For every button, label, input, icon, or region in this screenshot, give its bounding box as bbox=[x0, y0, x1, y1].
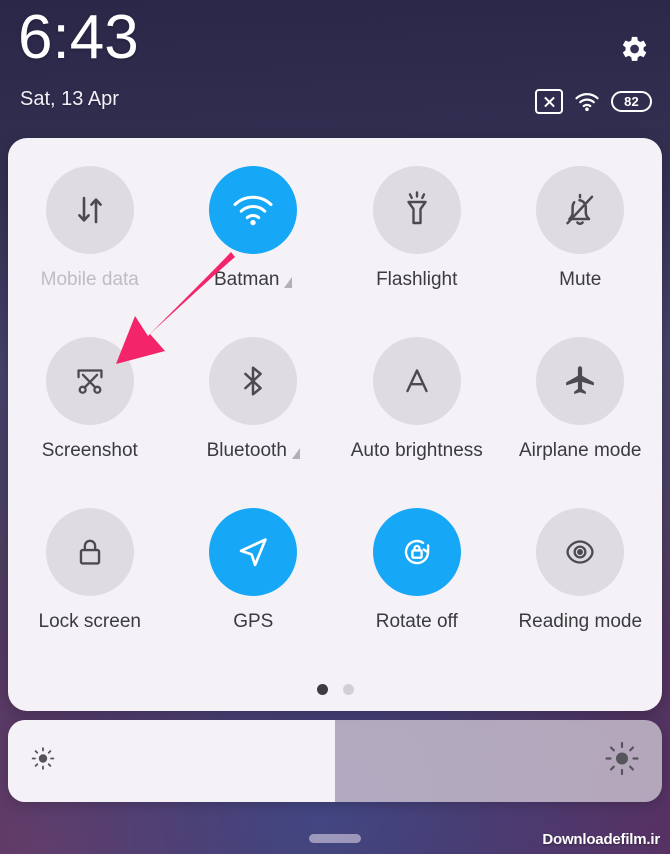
tile-auto-brightness[interactable]: Auto brightness bbox=[335, 337, 499, 508]
tile-label-text: Flashlight bbox=[376, 269, 458, 290]
chevron-expand-icon[interactable] bbox=[284, 276, 293, 288]
tile-mute[interactable]: Mute bbox=[499, 166, 663, 337]
tile-label-text: Bluetooth bbox=[206, 440, 287, 461]
tile-label: Bluetooth bbox=[207, 440, 300, 462]
tile-label-text: Lock screen bbox=[38, 611, 141, 632]
tile-label-text: Mobile data bbox=[40, 269, 139, 290]
phone-screen: 6:43 Sat, 13 Apr 82 Mobile data Batman F… bbox=[0, 0, 670, 854]
tile-label-text: GPS bbox=[233, 611, 274, 632]
tile-label-text: Airplane mode bbox=[518, 440, 642, 461]
brightness-low-icon bbox=[30, 746, 56, 777]
tile-label: Batman bbox=[214, 269, 293, 291]
tile-icon-background bbox=[372, 166, 461, 254]
tile-label: Lock screen bbox=[39, 611, 141, 633]
wifi-icon bbox=[233, 195, 273, 226]
brightness-high-icon bbox=[604, 741, 640, 782]
tile-flashlight[interactable]: Flashlight bbox=[335, 166, 499, 337]
tile-icon-background bbox=[209, 337, 298, 425]
wifi-icon bbox=[574, 91, 600, 112]
eye-icon bbox=[566, 540, 594, 564]
page-dot-2[interactable] bbox=[342, 684, 354, 695]
tile-icon-background bbox=[45, 166, 134, 254]
tile-label-text: Mute bbox=[559, 269, 602, 290]
tile-airplane-mode[interactable]: Airplane mode bbox=[499, 337, 663, 508]
bluetooth-icon bbox=[244, 366, 263, 396]
status-icon-group: 82 bbox=[535, 89, 652, 114]
location-arrow-icon bbox=[239, 538, 267, 567]
tile-label: Screenshot bbox=[42, 440, 138, 462]
tile-icon-background bbox=[372, 337, 461, 425]
battery-icon: 82 bbox=[611, 91, 652, 112]
lock-icon bbox=[79, 539, 100, 565]
tile-icon-background bbox=[372, 508, 461, 596]
tile-icon-background bbox=[536, 166, 625, 254]
gear-icon[interactable] bbox=[616, 32, 650, 66]
tile-label-text: Screenshot bbox=[41, 440, 138, 461]
clock-date: Sat, 13 Apr bbox=[20, 88, 119, 110]
sim-card-disabled-icon bbox=[535, 89, 563, 114]
tile-gps[interactable]: GPS bbox=[172, 508, 336, 679]
tile-mobile-data[interactable]: Mobile data bbox=[8, 166, 172, 337]
tile-rotate-off[interactable]: Rotate off bbox=[335, 508, 499, 679]
bell-mute-icon bbox=[566, 193, 594, 225]
tile-label: Flashlight bbox=[376, 269, 457, 291]
quick-settings-panel: Mobile data Batman Flashlight Mute Scree… bbox=[8, 138, 662, 711]
tile-label-text: Rotate off bbox=[375, 611, 458, 632]
tile-icon-background bbox=[45, 508, 134, 596]
watermark: Downloadefilm.ir bbox=[542, 831, 660, 848]
home-indicator[interactable] bbox=[309, 834, 361, 843]
tile-label: Rotate off bbox=[376, 611, 458, 633]
tile-label: Airplane mode bbox=[519, 440, 642, 462]
tile-lock-screen[interactable]: Lock screen bbox=[8, 508, 172, 679]
flashlight-icon bbox=[407, 191, 427, 225]
tile-label: Mute bbox=[559, 269, 601, 291]
clock-time: 6:43 bbox=[18, 3, 139, 72]
tile-label: Mobile data bbox=[41, 269, 139, 291]
tile-label: GPS bbox=[233, 611, 273, 633]
tile-label-text: Auto brightness bbox=[350, 440, 483, 461]
tile-bluetooth[interactable]: Bluetooth bbox=[172, 337, 336, 508]
tile-screenshot[interactable]: Screenshot bbox=[8, 337, 172, 508]
screenshot-icon bbox=[77, 369, 103, 394]
tile-reading-mode[interactable]: Reading mode bbox=[499, 508, 663, 679]
tile-icon-background bbox=[209, 166, 298, 254]
tile-wifi[interactable]: Batman bbox=[172, 166, 336, 337]
tile-icon-background bbox=[536, 337, 625, 425]
tile-icon-background bbox=[209, 508, 298, 596]
brightness-slider[interactable] bbox=[8, 720, 662, 802]
tile-icon-background bbox=[45, 337, 134, 425]
page-indicator bbox=[8, 684, 662, 695]
page-dot-1[interactable] bbox=[316, 684, 328, 695]
airplane-icon bbox=[566, 366, 595, 394]
tile-label-text: Reading mode bbox=[518, 611, 643, 632]
quick-settings-grid: Mobile data Batman Flashlight Mute Scree… bbox=[8, 166, 662, 679]
chevron-expand-icon[interactable] bbox=[291, 447, 300, 459]
rotation-lock-icon bbox=[404, 539, 430, 565]
tile-label-text: Batman bbox=[214, 269, 280, 290]
tile-label: Auto brightness bbox=[351, 440, 483, 462]
auto-brightness-icon bbox=[406, 369, 428, 393]
tile-icon-background bbox=[536, 508, 625, 596]
brightness-slider-fill bbox=[8, 720, 335, 802]
battery-percent-label: 82 bbox=[624, 94, 639, 109]
mobile-data-icon bbox=[77, 196, 102, 224]
status-bar: 6:43 Sat, 13 Apr 82 bbox=[0, 0, 670, 138]
tile-label: Reading mode bbox=[518, 611, 642, 633]
